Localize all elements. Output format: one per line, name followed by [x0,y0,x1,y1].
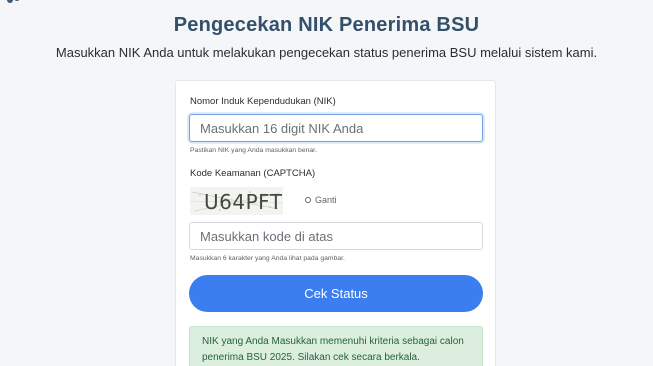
page-subtitle: Masukkan NIK Anda untuk melakukan pengec… [55,45,598,60]
refresh-icon [305,197,311,203]
nik-check-form-card: Nomor Induk Kependudukan (NIK) Pastikan … [175,80,496,366]
captcha-hint: Masukkan 6 karakter yang Anda lihat pada… [190,255,345,262]
captcha-image: U64PFT [190,187,283,215]
nik-input[interactable] [189,114,483,142]
captcha-label: Kode Keamanan (CAPTCHA) [190,168,316,179]
captcha-code: U64PFT [204,190,283,214]
result-alert: NIK yang Anda Masukkan memenuhi kriteria… [189,326,483,366]
site-logo [4,0,24,8]
captcha-refresh-button[interactable]: Ganti [305,195,337,205]
nik-label: Nomor Induk Kependudukan (NIK) [190,96,336,107]
captcha-input[interactable] [189,222,483,250]
page-title: Pengecekan NIK Penerima BSU [173,14,480,36]
check-status-button[interactable]: Cek Status [189,275,483,312]
nik-hint: Pastikan NIK yang Anda masukkan benar. [190,147,317,154]
captcha-refresh-label: Ganti [315,195,337,205]
